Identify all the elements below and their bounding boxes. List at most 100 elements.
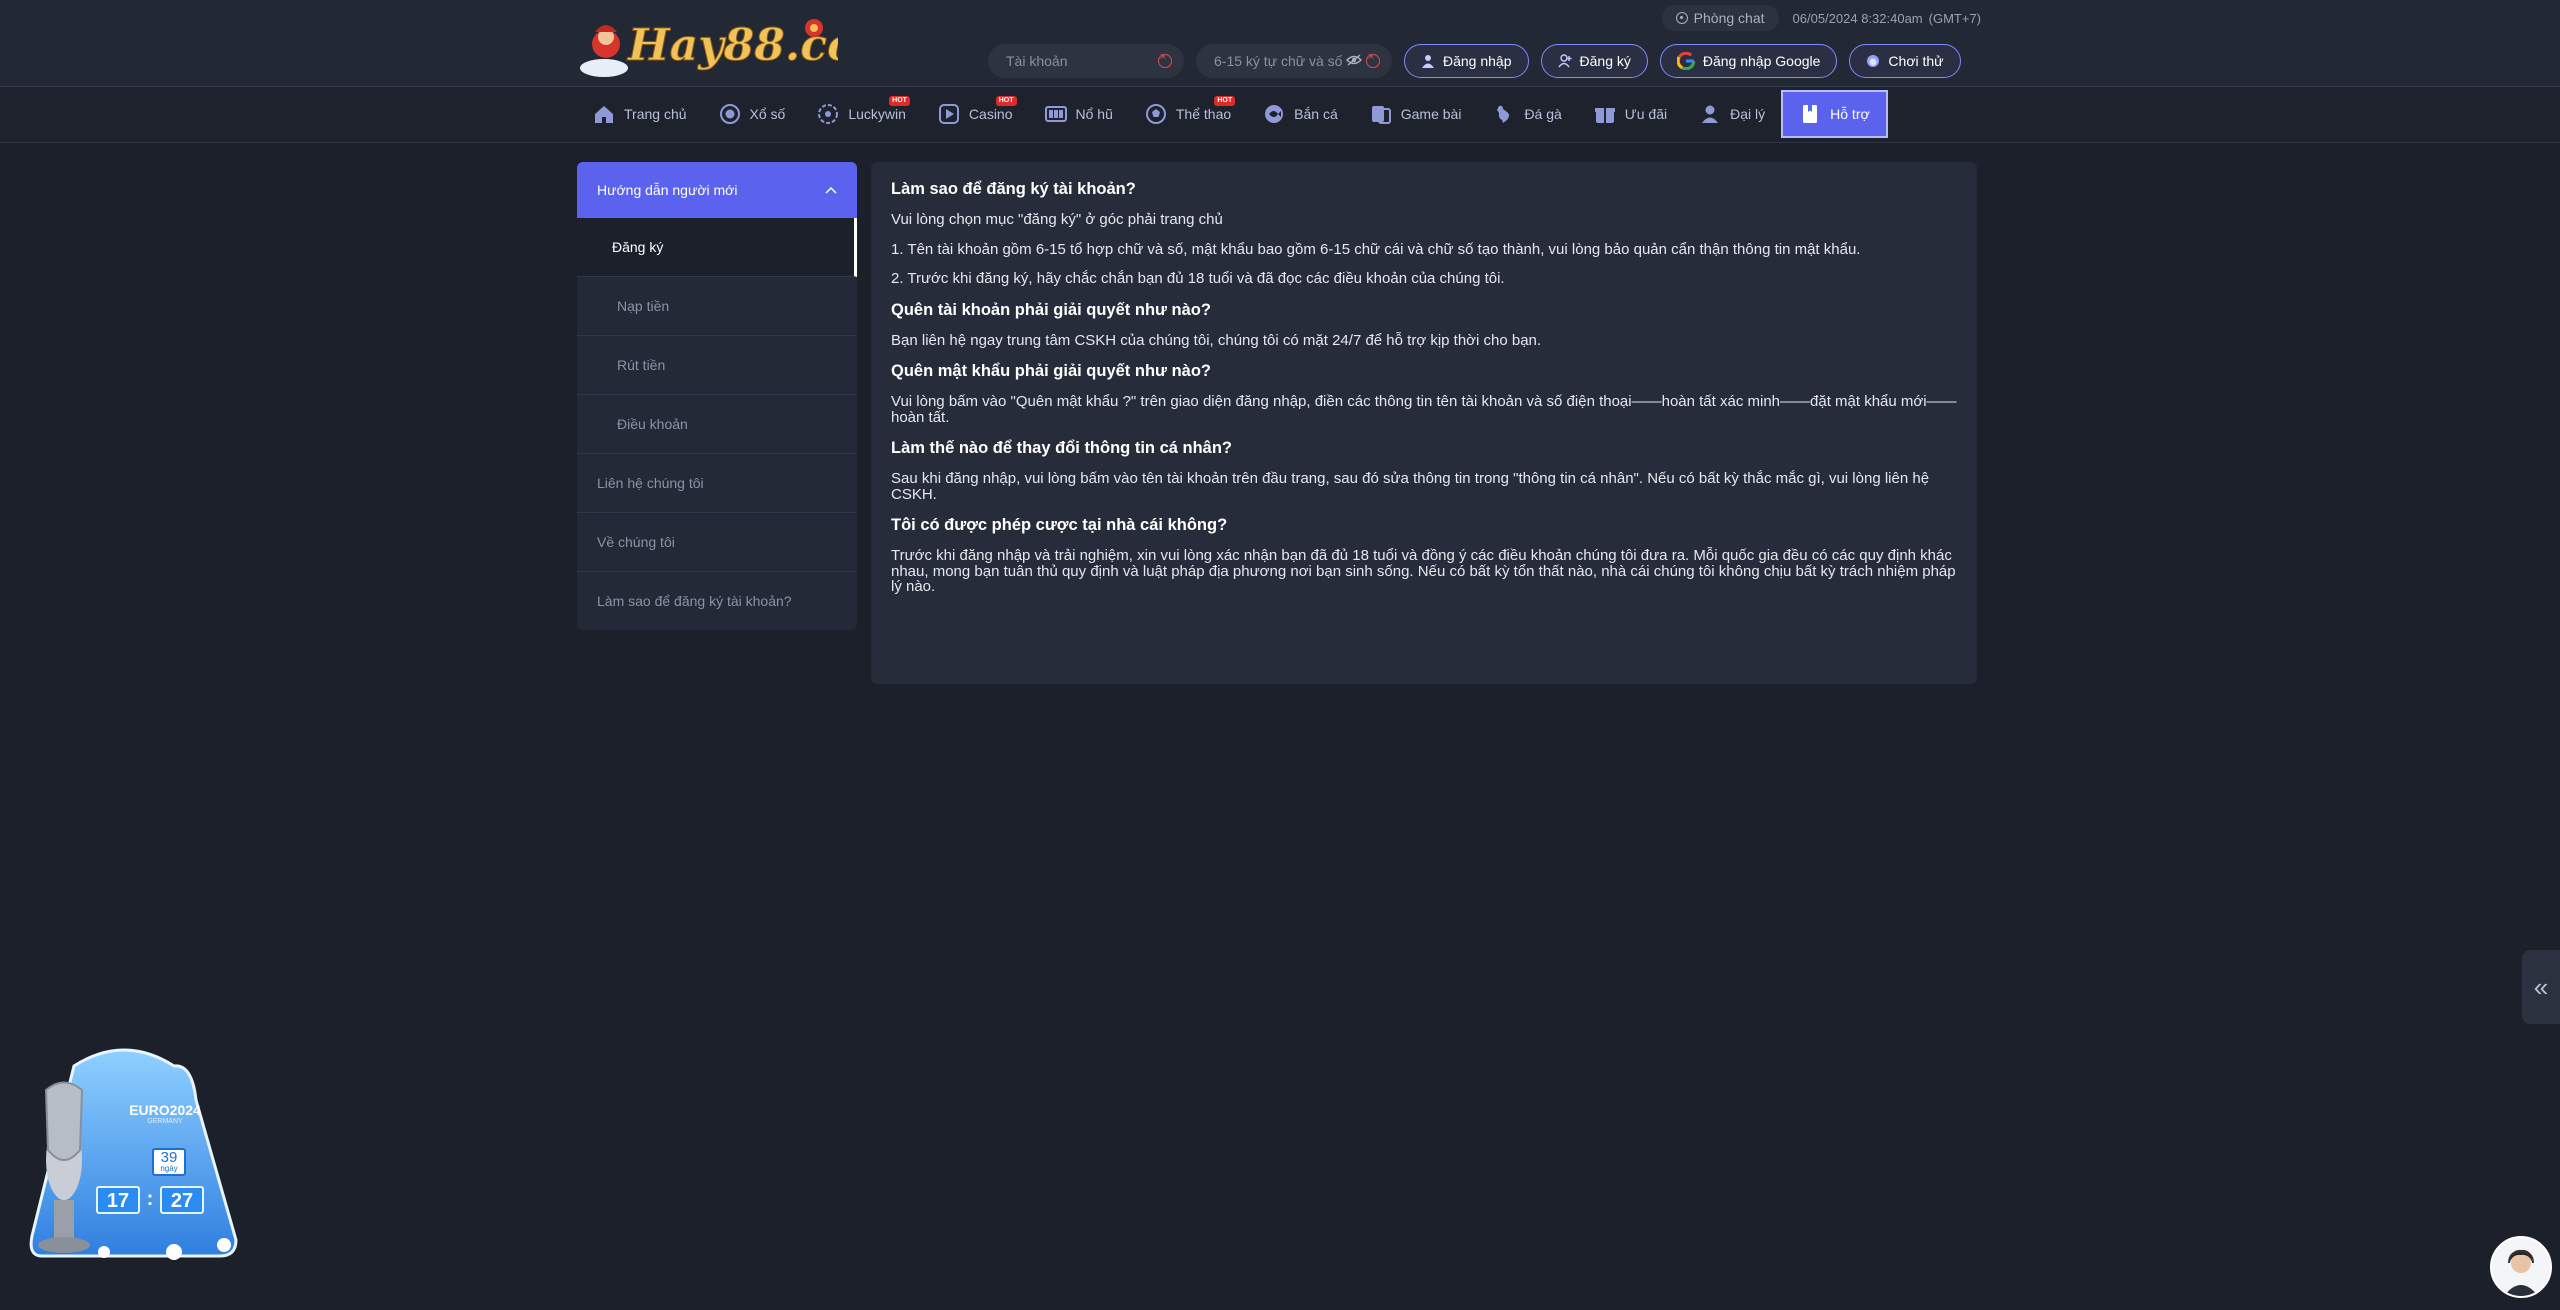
nav-item-sports[interactable]: Thể thao HOT [1129, 90, 1247, 138]
sidebar-item-label: Đăng ký [612, 239, 664, 255]
nav-item-cards[interactable]: Game bài [1354, 90, 1478, 138]
answer-text: 1. Tên tài khoản gồm 6-15 tổ hợp chữ và … [891, 240, 1861, 258]
nav-label: Đại lý [1730, 106, 1766, 122]
google-login-button[interactable]: Đăng nhập Google [1659, 44, 1838, 78]
expand-side-panel-button[interactable]: « [2522, 950, 2560, 1024]
nav-item-lottery[interactable]: Xổ số [703, 90, 802, 138]
nav-item-cockfight[interactable]: Đá gà [1477, 90, 1577, 138]
top-right-info: Phòng chat 06/05/2024 8:32:40am (GMT+7) [1661, 5, 1981, 31]
face-icon [1867, 55, 1880, 67]
sidebar-header-beginner-guide[interactable]: Hướng dẫn người mới [577, 162, 857, 218]
lottery-icon [719, 104, 740, 124]
password-input[interactable] [1212, 52, 1366, 70]
timezone: (GMT+7) [1928, 10, 1981, 26]
answer-text: Vui lòng chọn mục "đăng ký" ở góc phải t… [891, 211, 1223, 228]
question-heading: Quên mật khẩu phải giải quyết như nào? [891, 362, 1211, 380]
question-heading: Quên tài khoản phải giải quyết như nào? [891, 300, 1211, 319]
sidebar-item-label: Rút tiền [617, 357, 666, 373]
nav-label: Bắn cá [1294, 106, 1338, 122]
nav-item-casino[interactable]: Casino HOT [922, 90, 1029, 138]
question-heading: Làm thế nào để thay đổi thông tin cá nhâ… [891, 439, 1233, 457]
sidebar-item-about[interactable]: Về chúng tôi [577, 513, 857, 572]
nav-item-agent[interactable]: Đại lý [1683, 90, 1781, 138]
euro2024-countdown-widget[interactable]: EURO2024 GERMANY 39 ngày 17 : 27 [24, 1040, 240, 1260]
username-input[interactable] [1004, 52, 1158, 70]
countdown-separator: : [146, 1188, 154, 1210]
gift-icon [1594, 108, 1615, 123]
sidebar-item-how-to-register[interactable]: Làm sao để đăng ký tài khoản? [577, 572, 857, 630]
trial-label: Chơi thử [1888, 53, 1944, 69]
agent-icon [1702, 105, 1719, 123]
google-icon [1676, 52, 1695, 70]
google-login-label: Đăng nhập Google [1702, 53, 1821, 69]
sidebar-header-label: Hướng dẫn người mới [597, 182, 738, 198]
sidebar-item-deposit[interactable]: Nạp tiền [577, 277, 857, 336]
answer-text: Sau khi đăng nhập, vui lòng bấm vào tên … [891, 470, 1930, 503]
help-sidebar: Hướng dẫn người mới Đăng ký Nạp tiền Rút… [577, 162, 857, 630]
nav-label: Thể thao [1175, 106, 1232, 122]
sidebar-item-withdraw[interactable]: Rút tiền [577, 336, 857, 395]
main-nav: Trang chủ Xổ số Luckywin HOT Casino HOT … [577, 90, 1888, 138]
rooster-icon [1497, 105, 1510, 123]
home-icon [595, 106, 613, 123]
countdown-days-box: 39 ngày [152, 1148, 186, 1176]
login-button[interactable]: Đăng nhập [1404, 44, 1529, 78]
countdown-days-label: ngày [160, 1164, 178, 1173]
clear-username-icon[interactable] [1158, 51, 1172, 68]
nav-label: Nổ hũ [1075, 106, 1113, 122]
auth-bar: Đăng nhập Đăng ký Đăng nhập Google Chơi … [988, 44, 1961, 78]
username-field-wrap [988, 44, 1184, 78]
support-icon [1803, 105, 1818, 123]
nav-label: Game bài [1400, 106, 1462, 122]
nav-item-luckywin[interactable]: Luckywin HOT [801, 90, 922, 138]
eye-off-icon[interactable] [1346, 54, 1362, 66]
trial-button[interactable]: Chơi thử [1849, 44, 1961, 78]
sidebar-item-label: Về chúng tôi [597, 534, 675, 550]
answer-text: 2. Trước khi đăng ký, hãy chắc chắn bạn … [891, 270, 1505, 287]
current-datetime: 06/05/2024 8:32:40am [1792, 10, 1923, 26]
nav-label: Hỗ trợ [1830, 106, 1870, 122]
fish-icon [1265, 105, 1284, 123]
nav-label: Luckywin [848, 106, 906, 122]
nav-item-home[interactable]: Trang chủ [577, 90, 703, 138]
casino-icon [938, 104, 959, 124]
chat-room-label: Phòng chat [1693, 10, 1765, 26]
support-agent-avatar [2492, 1238, 2550, 1296]
user-icon [1422, 55, 1434, 68]
login-label: Đăng nhập [1443, 53, 1512, 69]
countdown-days: 39 [160, 1149, 178, 1166]
nav-item-slots[interactable]: Nổ hũ [1029, 90, 1129, 138]
logo[interactable]: Hay88.com [578, 10, 838, 78]
question-heading: Tôi có được phép cược tại nhà cái không? [891, 516, 1228, 534]
answer-text: Bạn liên hệ ngay trung tâm CSKH của chún… [891, 331, 1542, 349]
hot-badge: HOT [995, 96, 1017, 106]
nav-item-support[interactable]: Hỗ trợ [1781, 90, 1888, 138]
hot-badge: HOT [889, 96, 910, 106]
cards-icon [1371, 106, 1391, 124]
chat-room-button[interactable]: Phòng chat [1661, 5, 1779, 31]
nav-label: Casino [968, 106, 1013, 122]
sidebar-item-label: Nạp tiền [617, 298, 670, 314]
clear-password-icon[interactable] [1366, 51, 1380, 68]
sidebar-item-contact[interactable]: Liên hệ chúng tôi [577, 454, 857, 513]
slot-icon [1044, 106, 1067, 122]
sidebar-item-register[interactable]: Đăng ký [577, 218, 857, 277]
sports-icon [1145, 104, 1166, 124]
user-plus-icon [1557, 54, 1572, 68]
nav-label: Ưu đãi [1624, 106, 1668, 122]
question-heading: Làm sao để đăng ký tài khoản? [891, 180, 1136, 198]
password-field-wrap [1196, 44, 1392, 78]
nav-item-promotions[interactable]: Ưu đãi [1578, 90, 1683, 138]
register-button[interactable]: Đăng ký [1540, 44, 1648, 78]
countdown-minutes: 27 [160, 1186, 204, 1214]
euro-widget-background [29, 1048, 238, 1260]
sidebar-item-label: Điều khoản [617, 416, 688, 432]
sidebar-item-terms[interactable]: Điều khoản [577, 395, 857, 454]
euro-subtitle: GERMANY [147, 1118, 183, 1125]
nav-item-fishing[interactable]: Bắn cá [1247, 90, 1354, 138]
countdown-hours: 17 [96, 1186, 140, 1214]
chat-icon [1675, 12, 1688, 24]
nav-label: Đá gà [1524, 106, 1562, 122]
support-avatar-button[interactable] [2490, 1236, 2552, 1298]
answer-text: Vui lòng bấm vào "Quên mật khẩu ?" trên … [891, 393, 1957, 426]
